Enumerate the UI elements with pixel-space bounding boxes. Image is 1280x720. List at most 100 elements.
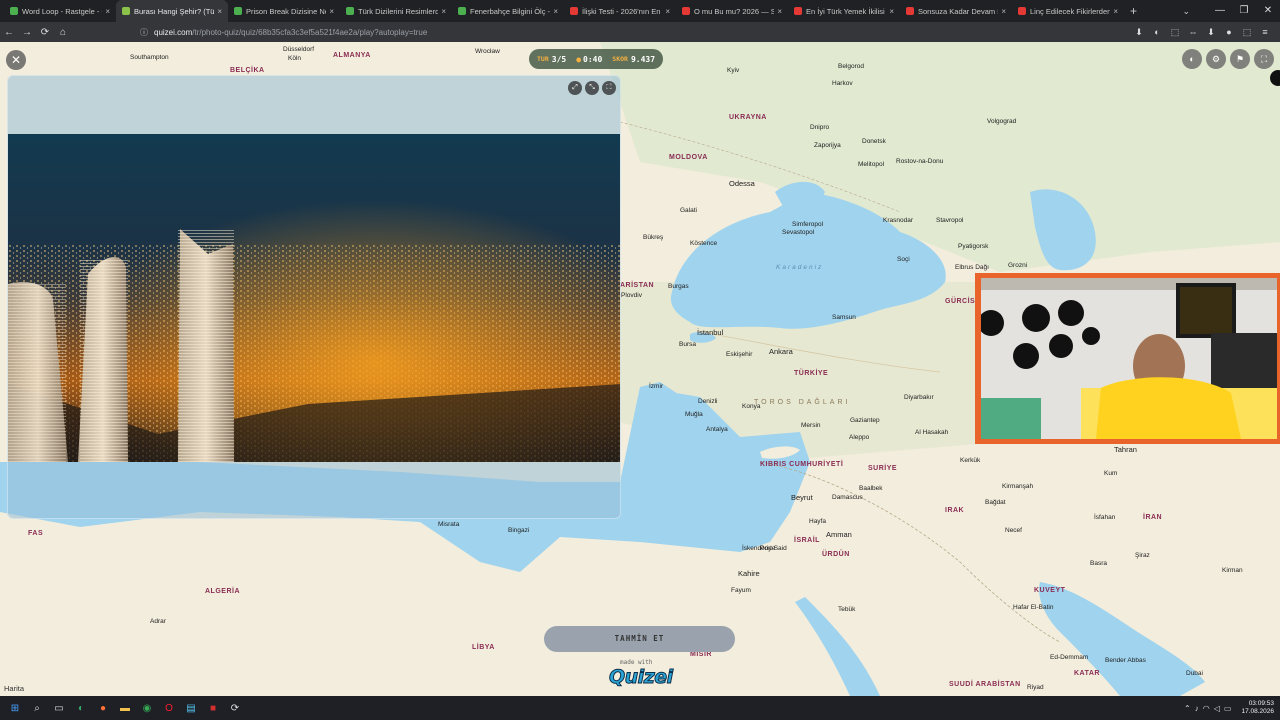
sidebar-icon[interactable]: ⬚: [1238, 27, 1256, 38]
downloads-icon[interactable]: ⬇: [1202, 27, 1220, 38]
forward-button[interactable]: →: [18, 27, 36, 38]
puzzle-icon[interactable]: ⬚: [1166, 27, 1184, 38]
reload-button[interactable]: ⟳: [36, 27, 54, 38]
minimize-button[interactable]: —: [1208, 0, 1232, 22]
battery-icon[interactable]: ▭: [1224, 704, 1232, 713]
quiz-page: Southampton BELÇİKA Düsseldorf Köln ALMANYA W…: [0, 42, 1280, 696]
back-button[interactable]: ←: [0, 27, 18, 38]
tab-list-icon[interactable]: ⌄: [1182, 0, 1190, 22]
new-tab-button[interactable]: +: [1130, 4, 1137, 18]
search-icon[interactable]: ⌕: [26, 696, 48, 720]
tab[interactable]: Sonsuza Kadar Devam Edecek İ×: [900, 0, 1012, 22]
map-city-label: Basra: [1090, 560, 1107, 567]
map-tools: ◐ ⚙ ⚑ ⛶: [1182, 49, 1274, 69]
obs-icon-glyph: ■: [209, 702, 217, 714]
fullscreen-icon[interactable]: ⛶: [1254, 49, 1274, 69]
map-country-label: İSRAİL: [794, 537, 820, 544]
shrink-icon[interactable]: ⤢: [568, 81, 582, 95]
fullscreen-icon[interactable]: ⛶: [602, 81, 616, 95]
obs-icon[interactable]: ■: [202, 696, 224, 720]
close-quiz-button[interactable]: ✕: [6, 50, 26, 70]
opera-icon[interactable]: O: [158, 696, 180, 720]
home-button[interactable]: ⌂: [54, 27, 72, 38]
tab-close-icon[interactable]: ×: [889, 7, 894, 16]
tab[interactable]: Fenerbahçe Bilgini Ölç - Quizei×: [452, 0, 564, 22]
tab[interactable]: Word Loop - Rastgele - Quizei×: [4, 0, 116, 22]
toolbar-actions: ⬇ ◐ ⬚ ⇔ ⬇ ● ⬚ ≡: [1130, 22, 1274, 42]
extension-icon[interactable]: ◐: [1148, 27, 1166, 37]
map-city-label: Muğla: [685, 411, 703, 418]
edge-icon[interactable]: ◐: [70, 696, 92, 720]
tab-close-icon[interactable]: ×: [441, 7, 446, 16]
map-city-label: Köstence: [690, 240, 718, 247]
map-country-label: KATAR: [1074, 670, 1100, 677]
wifi-icon[interactable]: ◠: [1203, 704, 1210, 713]
tab-close-icon[interactable]: ×: [1001, 7, 1006, 16]
taskbar-clock[interactable]: 03:09:53 17.08.2026: [1241, 700, 1274, 716]
tab-title: Word Loop - Rastgele - Quizei: [22, 6, 102, 16]
map-city-label: Simferopol: [792, 221, 824, 228]
volume-icon[interactable]: ◁: [1214, 704, 1220, 713]
tab[interactable]: Prison Break Dizisine Ne Kadar×: [228, 0, 340, 22]
cast-icon[interactable]: ⇔: [1184, 27, 1202, 37]
map-city-label: Elbrus Dağı: [955, 264, 989, 271]
tab[interactable]: En İyi Türk Yemek İkilisi Hangisi×: [788, 0, 900, 22]
tab-active[interactable]: Burası Hangi Şehir? (Türkiye) - Q×: [116, 0, 228, 22]
tab-close-icon[interactable]: ×: [105, 7, 110, 16]
close-window-button[interactable]: ✕: [1256, 0, 1280, 22]
map-city-label: Aleppo: [849, 434, 870, 441]
taskbar: ⊞ ⌕ ▭ ◐ ● ▬ ◉ O ▤ ■ ⟳ ⌃ ♪ ◠ ◁ ▭ 03:09:53 17.08.202…: [0, 696, 1280, 720]
maximize-button[interactable]: ❐: [1232, 0, 1256, 22]
firefox-icon[interactable]: ●: [92, 696, 114, 720]
side-panel-handle[interactable]: [1270, 70, 1280, 86]
map-country-label: ALGERİA: [205, 588, 240, 595]
notepad-icon[interactable]: ▤: [180, 696, 202, 720]
download-icon[interactable]: ⬇: [1130, 27, 1148, 38]
microphone-icon[interactable]: ♪: [1195, 704, 1199, 713]
settings-app-icon[interactable]: ⟳: [224, 696, 246, 720]
map-city-label: Rostov-na-Donu: [896, 158, 944, 165]
tab-close-icon[interactable]: ×: [217, 7, 222, 16]
map-attribution[interactable]: Harita: [4, 684, 24, 693]
tab-close-icon[interactable]: ×: [1113, 7, 1118, 16]
tray-chevron-icon[interactable]: ⌃: [1184, 704, 1191, 713]
file-explorer-icon[interactable]: ▭: [48, 696, 70, 720]
timer-value: 0:40: [583, 54, 603, 64]
expand-icon[interactable]: ⤡: [585, 81, 599, 95]
clock-date: 17.08.2026: [1241, 708, 1274, 715]
tab-favicon-icon: [906, 7, 914, 15]
tab[interactable]: Türk Dizilerini Resimlerden Tahm×: [340, 0, 452, 22]
tab-close-icon[interactable]: ×: [329, 7, 334, 16]
tab-close-icon[interactable]: ×: [553, 7, 558, 16]
dark-mode-icon[interactable]: ◐: [1182, 49, 1202, 69]
map-country-label: TÜRKİYE: [794, 370, 829, 377]
map-city-label: Al Hasakah: [915, 429, 949, 436]
address-bar[interactable]: ⓘ quizei.com /tr/photo-quiz/quiz/68b35cf…: [132, 24, 1142, 40]
map-country-label: ALMANYA: [333, 52, 371, 59]
quizei-logo[interactable]: Quizei: [609, 666, 674, 689]
flag-icon[interactable]: ⚑: [1230, 49, 1250, 69]
url-path: /tr/photo-quiz/quiz/68b35cfa3c3ef5a521f4…: [192, 27, 428, 37]
guess-button[interactable]: TAHMİN ET: [544, 626, 735, 652]
map-city-label: İzmir: [649, 383, 664, 390]
tab-favicon-icon: [682, 7, 690, 15]
map-city-label: Harkov: [832, 80, 853, 87]
map-city-label: Belgorod: [838, 63, 865, 70]
tab[interactable]: Linç Edilecek Fikirlerden Hangis×: [1012, 0, 1124, 22]
map-city-label: Şiraz: [1135, 552, 1150, 559]
folder-icon[interactable]: ▬: [114, 696, 136, 720]
tab-title: Linç Edilecek Fikirlerden Hangis: [1030, 6, 1111, 16]
tab[interactable]: O mu Bu mu? 2026 — Sevgilini×: [676, 0, 788, 22]
tab[interactable]: İlişki Testi - 2026'nın En Viral Te×: [564, 0, 676, 22]
start-icon[interactable]: ⊞: [4, 696, 26, 720]
tab-close-icon[interactable]: ×: [777, 7, 782, 16]
tab-close-icon[interactable]: ×: [665, 7, 670, 16]
chrome-icon[interactable]: ◉: [136, 696, 158, 720]
city-photo[interactable]: [8, 134, 620, 462]
profile-icon[interactable]: ●: [1220, 27, 1238, 37]
settings-icon[interactable]: ⚙: [1206, 49, 1226, 69]
site-info-icon[interactable]: ⓘ: [140, 27, 148, 38]
map-city-label: Samsun: [832, 314, 856, 321]
menu-icon[interactable]: ≡: [1256, 27, 1274, 37]
made-with-label: made with: [620, 659, 653, 666]
